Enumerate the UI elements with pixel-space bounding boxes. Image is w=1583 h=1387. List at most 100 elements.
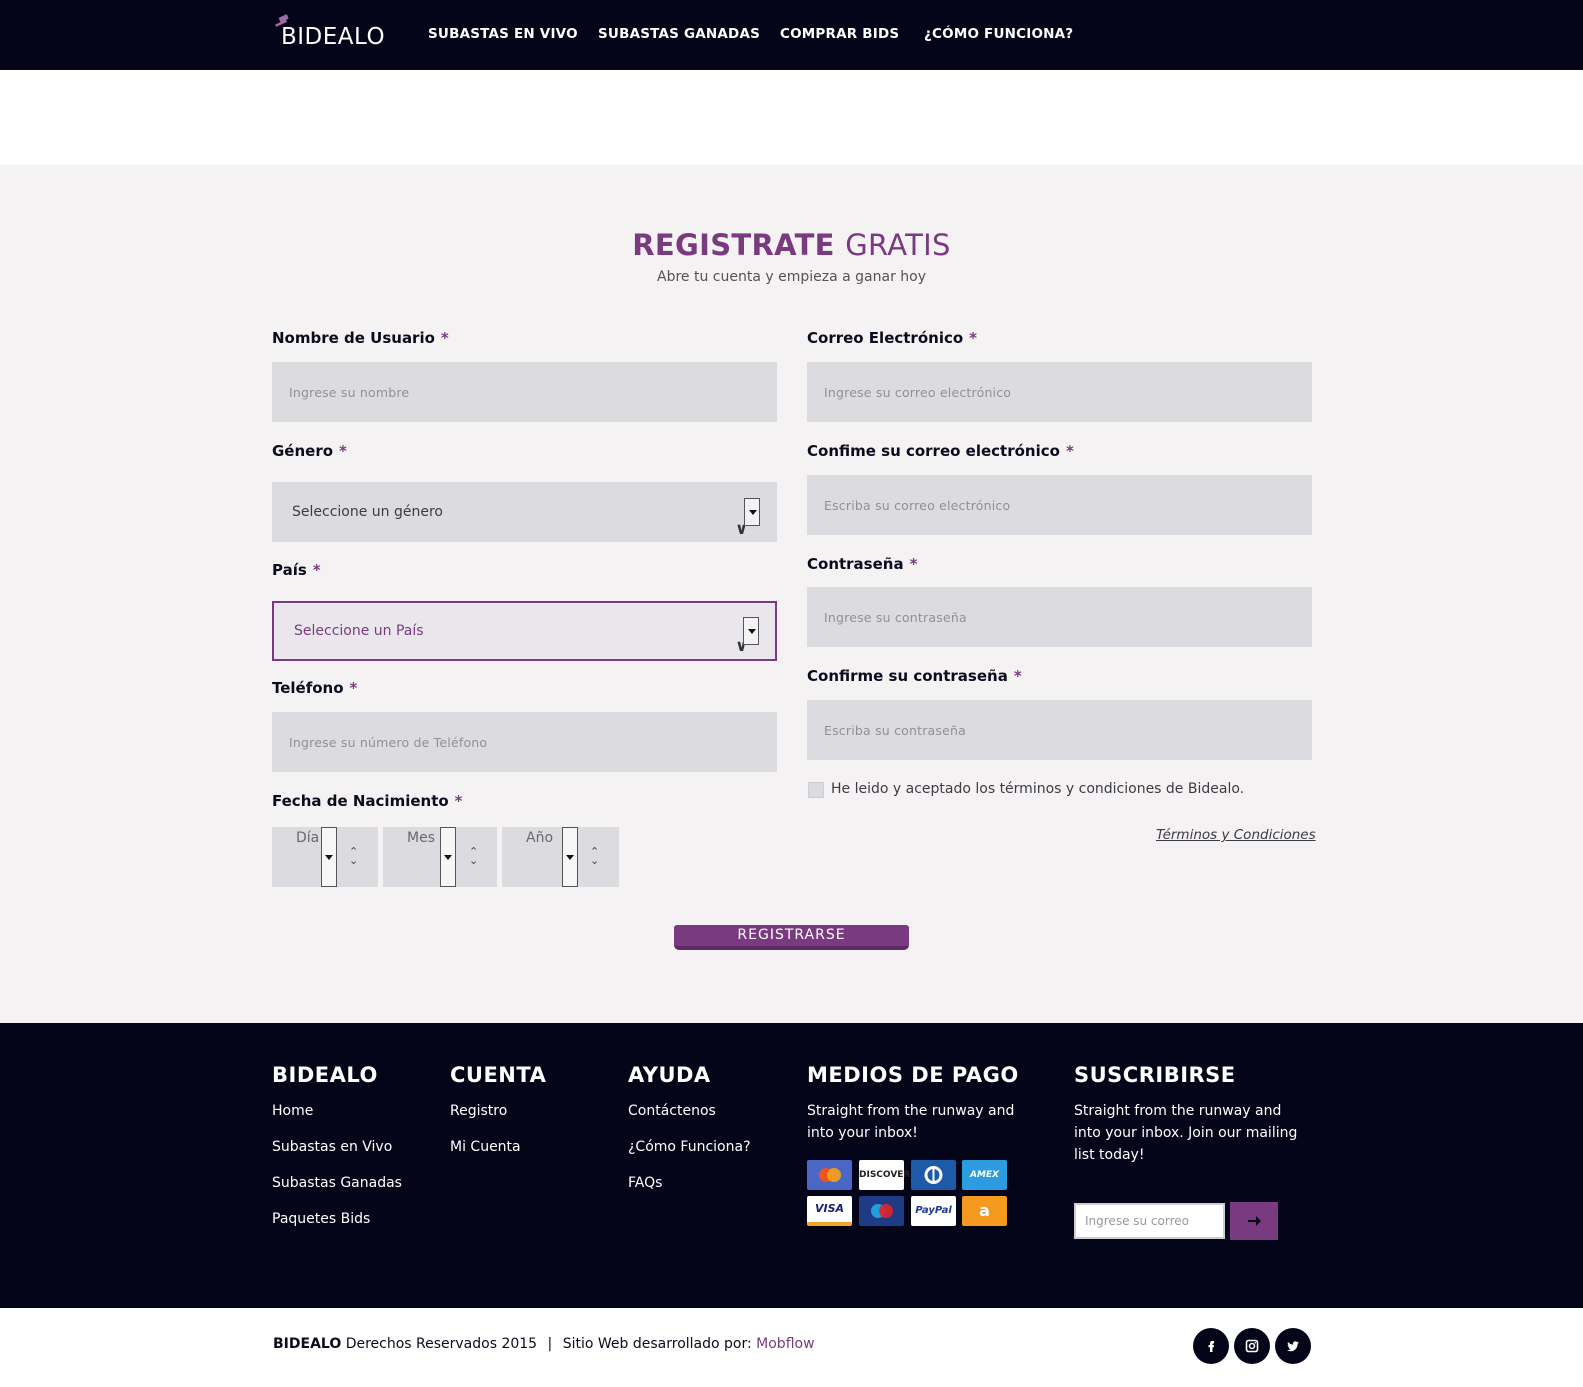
register-button[interactable]: REGISTRARSE [674,925,909,950]
amex-icon: AMEX [962,1160,1007,1190]
password-label: Contraseña * [807,555,917,573]
page-subtitle: Abre tu cuenta y empieza a ganar hoy [657,269,926,285]
required-mark: * [1065,442,1074,460]
copyright-divider: | [547,1336,553,1352]
copyright-brand: BIDEALO [273,1336,342,1352]
twitter-button[interactable] [1275,1328,1311,1364]
confirm-password-label-text: Confirme su contraseña [807,667,1008,685]
up-down-icon: ⌃ ⌄ [590,845,600,867]
footer-link-subastas-en-vivo[interactable]: Subastas en Vivo [272,1139,392,1155]
terms-checkbox-label: He leido y aceptado los términos y condi… [831,781,1245,797]
email-label-text: Correo Electrónico [807,329,964,347]
dropdown-arrow-icon[interactable] [562,827,578,887]
footer-medios-de-pago-title: MEDIOS DE PAGO [807,1063,1019,1087]
maestro-icon [859,1196,904,1226]
nav-comprar-bids[interactable]: COMPRAR BIDS [780,26,899,42]
visa-icon: VISA [807,1196,852,1226]
footer-payment-text: Straight from the runway and into your i… [807,1103,1015,1141]
twitter-icon [1287,1341,1299,1352]
required-mark: * [312,561,321,579]
copyright-rights: Derechos Reservados 2015 [345,1336,538,1352]
footer-link-paquetes-bids[interactable]: Paquetes Bids [272,1211,370,1227]
dropdown-arrow-icon[interactable] [440,827,456,887]
footer-link-contactenos[interactable]: Contáctenos [628,1103,716,1119]
instagram-button[interactable] [1234,1328,1270,1364]
footer-link-como-funciona[interactable]: ¿Cómo Funciona? [628,1139,751,1155]
footer-link-registro[interactable]: Registro [450,1103,507,1119]
bidealo-logo[interactable]: BIDEALO [273,14,395,54]
subscribe-button[interactable] [1230,1202,1278,1240]
nav-subastas-en-vivo[interactable]: SUBASTAS EN VIVO [428,26,578,42]
mastercard-icon [807,1160,852,1190]
country-select[interactable]: Seleccione un País ∨ [272,601,777,661]
copyright-dev-label: Sitio Web desarrollado por: [562,1336,752,1352]
email-input[interactable] [807,362,1312,422]
gender-label: Género * [272,442,347,460]
title-bold: REGISTRATE [632,228,835,262]
footer-ayuda-title: AYUDA [628,1063,711,1087]
diners-icon [911,1160,956,1190]
username-label-text: Nombre de Usuario [272,329,435,347]
registration-section: REGISTRATE GRATIS Abre tu cuenta y empie… [0,165,1583,1023]
confirm-email-label: Confime su correo electrónico * [807,442,1074,460]
required-mark: * [339,442,347,460]
confirm-password-input[interactable] [807,700,1312,760]
birthdate-label: Fecha de Nacimiento * [272,792,463,810]
username-input[interactable] [272,362,777,422]
top-navbar: BIDEALO SUBASTAS EN VIVO SUBASTAS GANADA… [0,0,1583,70]
confirm-email-label-text: Confime su correo electrónico [807,442,1060,460]
phone-input[interactable] [272,712,777,772]
gender-select-value: Seleccione un género [292,504,443,520]
email-label: Correo Electrónico * [807,329,977,347]
required-mark: * [1013,667,1022,685]
dropdown-arrow-icon[interactable] [744,498,760,526]
year-select-value: Año [526,830,554,846]
nav-subastas-ganadas[interactable]: SUBASTAS GANADAS [598,26,760,42]
mobflow-link[interactable]: Mobflow [756,1336,814,1352]
confirm-email-input[interactable] [807,475,1312,535]
phone-label-text: Teléfono [272,679,344,697]
username-label: Nombre de Usuario * [272,329,449,347]
gender-select[interactable]: Seleccione un género ∨ [272,482,777,542]
page-title: REGISTRATE GRATIS [0,228,1583,262]
terms-checkbox[interactable] [808,782,824,798]
footer-cuenta-title: CUENTA [450,1063,547,1087]
facebook-button[interactable] [1193,1328,1229,1364]
dropdown-arrow-icon[interactable] [321,827,337,887]
up-down-icon: ⌃ ⌄ [349,845,359,867]
subscribe-email-input[interactable] [1074,1203,1225,1239]
footer: BIDEALO Home Subastas en Vivo Subastas G… [0,1023,1583,1308]
required-mark: * [349,679,358,697]
day-select-value: Día [296,830,320,846]
day-select[interactable]: Día ⌃ ⌄ [272,827,378,887]
footer-suscribirse-title: SUSCRIBIRSE [1074,1063,1236,1087]
footer-link-mi-cuenta[interactable]: Mi Cuenta [450,1139,521,1155]
amazon-icon: a [962,1196,1007,1226]
facebook-icon [1208,1341,1214,1352]
discover-icon: DISCOVER [859,1160,910,1190]
password-input[interactable] [807,587,1312,647]
arrow-right-icon [1248,1216,1261,1226]
birthdate-label-text: Fecha de Nacimiento [272,792,449,810]
confirm-password-label: Confirme su contraseña * [807,667,1022,685]
dropdown-arrow-icon[interactable] [743,617,759,645]
required-mark: * [969,329,978,347]
footer-bidealo-title: BIDEALO [272,1063,378,1087]
phone-label: Teléfono * [272,679,357,697]
required-mark: * [454,792,463,810]
country-label-text: País [272,561,307,579]
month-select-value: Mes [407,830,435,846]
country-select-value: Seleccione un País [294,623,424,639]
footer-link-home[interactable]: Home [272,1103,313,1119]
footer-link-subastas-ganadas[interactable]: Subastas Ganadas [272,1175,402,1191]
month-select[interactable]: Mes ⌃ ⌄ [383,827,497,887]
nav-como-funciona[interactable]: ¿CÓMO FUNCIONA? [924,26,1073,42]
gender-label-text: Género [272,442,334,460]
paypal-icon: PayPal [911,1196,956,1226]
year-select[interactable]: Año ⌃ ⌄ [502,827,619,887]
footer-link-faqs[interactable]: FAQs [628,1175,662,1191]
password-label-text: Contraseña [807,555,904,573]
up-down-icon: ⌃ ⌄ [469,845,479,867]
required-mark: * [909,555,918,573]
terms-link[interactable]: Términos y Condiciones [1156,827,1316,843]
